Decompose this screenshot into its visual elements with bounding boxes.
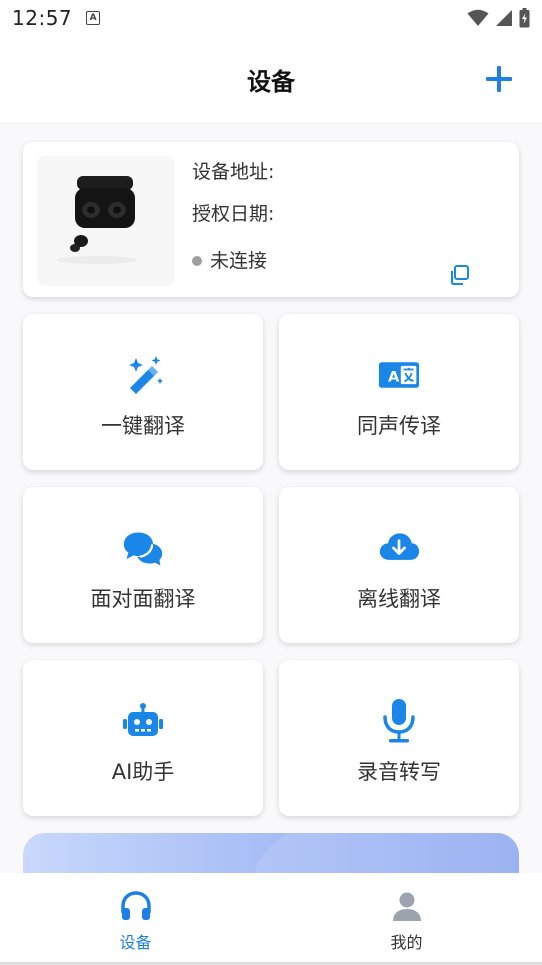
copy-icon[interactable] [447,263,471,287]
translate-icon: A [378,354,420,396]
plus-icon [486,66,512,92]
tab-mine[interactable]: 我的 [271,873,542,965]
cell-signal-icon [496,10,512,26]
connection-status: 未连接 [192,240,274,282]
microphone-icon [378,699,420,743]
feature-label: 录音转写 [357,760,441,784]
earbuds-image [37,156,175,286]
header: 设备 [0,36,542,124]
device-card[interactable]: 设备地址: 授权日期: 未连接 [23,142,519,297]
headphones-icon [120,891,151,920]
banner-decoration [253,833,519,873]
tab-label: 我的 [390,933,423,952]
bottom-tab-bar: 设备 我的 [0,873,542,965]
magic-wand-icon [122,354,164,396]
status-time: 12:57 [12,6,73,30]
status-dot-icon [192,256,202,266]
connection-status-text: 未连接 [210,250,268,272]
feature-face-to-face-translate[interactable]: 面对面翻译 [23,487,263,643]
feature-simultaneous-interpretation[interactable]: A 同声传译 [279,314,519,470]
feature-label: 一键翻译 [101,414,185,438]
add-device-button[interactable] [484,64,514,94]
authorization-date-label: 授权日期: [192,203,275,225]
device-info: 设备地址: 授权日期: 未连接 [192,156,274,282]
feature-recording-transcription[interactable]: 录音转写 [279,660,519,816]
battery-icon [519,8,530,28]
status-bar: 12:57 A [0,0,542,36]
tab-label: 设备 [119,933,152,952]
feature-one-click-translate[interactable]: 一键翻译 [23,314,263,470]
wifi-icon [467,9,489,26]
main-content: 设备地址: 授权日期: 未连接 一键翻译 A 同声传译 面对面翻译 离线翻译 A… [0,125,542,873]
feature-label: 面对面翻译 [90,587,196,611]
feature-label: AI助手 [111,760,175,784]
feature-offline-translate[interactable]: 离线翻译 [279,487,519,643]
chat-bubbles-icon [122,527,164,569]
robot-icon [122,700,164,742]
person-icon [392,892,421,921]
feature-label: 离线翻译 [357,587,441,611]
svg-text:A: A [388,368,400,385]
page-title: 设备 [247,68,295,96]
promo-banner[interactable] [23,833,519,873]
feature-label: 同声传译 [357,414,441,438]
device-address-label: 设备地址: [192,161,275,183]
app-notification-icon: A [86,11,101,25]
feature-ai-assistant[interactable]: AI助手 [23,660,263,816]
status-indicators [467,8,530,28]
cloud-download-icon [378,527,420,569]
tab-device[interactable]: 设备 [0,873,271,965]
